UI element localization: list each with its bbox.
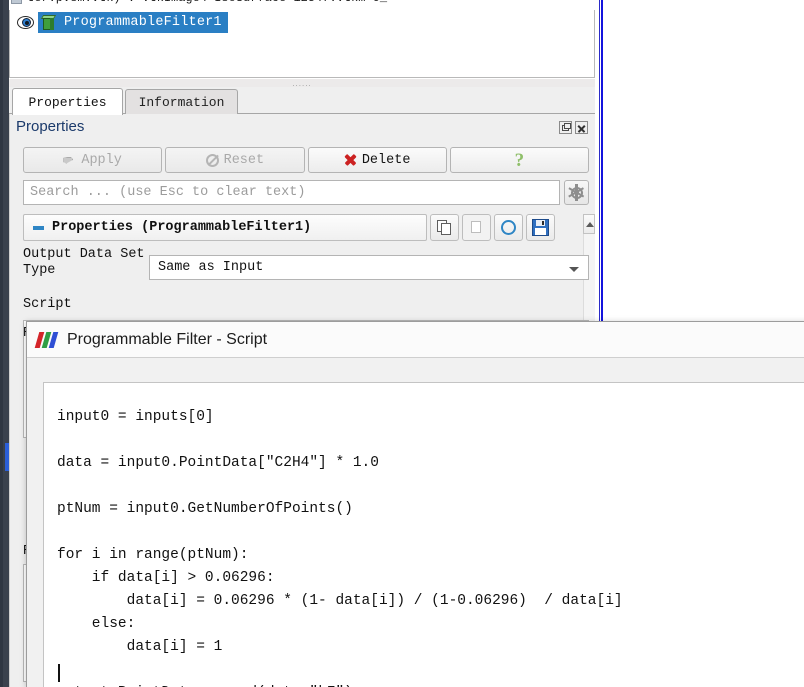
panel-splitter-handle[interactable]: ......	[9, 79, 595, 88]
properties-group-header[interactable]: Properties (ProgrammableFilter1)	[23, 214, 427, 241]
script-code-editor[interactable]: input0 = inputs[0] data = input0.PointDa…	[43, 382, 804, 687]
panel-window-buttons	[559, 121, 588, 134]
delete-icon	[344, 154, 357, 167]
copy-icon	[437, 219, 452, 236]
panel-tab-bar: Properties Information	[9, 87, 595, 115]
properties-panel-title: Properties	[16, 118, 85, 135]
paraview-window: ProgrammableFilter1 ter.pvsm.vtk) : VtkI…	[0, 0, 804, 687]
reset-button[interactable]: Reset	[165, 147, 305, 173]
save-icon	[532, 219, 549, 236]
dialog-title-label: Programmable Filter - Script	[67, 330, 268, 348]
properties-scrollbar-up-button[interactable]	[583, 214, 595, 234]
pipeline-item-programmablefilter1[interactable]: ProgrammableFilter1	[16, 12, 228, 33]
save-as-defaults-button[interactable]	[526, 214, 555, 241]
copy-properties-button[interactable]	[430, 214, 459, 241]
restore-defaults-button[interactable]	[494, 214, 523, 241]
search-input[interactable]: Search ... (use Esc to clear text)	[23, 180, 560, 205]
output-data-set-type-value: Same as Input	[158, 260, 264, 275]
delete-button[interactable]: Delete	[307, 147, 447, 173]
question-mark-icon: ?	[514, 149, 525, 171]
float-panel-button[interactable]	[559, 121, 572, 134]
apply-button[interactable]: Apply	[23, 147, 163, 173]
pipeline-truncated-item[interactable]: ter.pvsm.vtk) : VtkImage4-IsoSurface-125…	[9, 0, 595, 10]
tab-information-label: Information	[138, 94, 225, 110]
paste-icon	[469, 220, 484, 236]
reset-button-label: Reset	[223, 152, 265, 168]
dialog-title-divider	[27, 357, 804, 358]
programmable-filter-script-dialog: Programmable Filter - Script input0 = in…	[26, 321, 804, 687]
properties-search-row: Search ... (use Esc to clear text)	[23, 180, 589, 205]
close-panel-button[interactable]	[575, 121, 588, 134]
tab-properties[interactable]: Properties	[12, 88, 123, 115]
splitter-dots: ......	[292, 79, 312, 88]
output-data-set-type-label: Output Data Set Type	[23, 247, 145, 278]
refresh-icon	[500, 219, 517, 236]
paraview-logo-icon	[34, 331, 59, 348]
reset-icon	[205, 153, 219, 167]
green-cube-icon	[40, 14, 57, 31]
left-dock-strip	[0, 0, 9, 687]
text-cursor	[58, 664, 60, 682]
pipeline-item-label: ProgrammableFilter1	[64, 15, 222, 30]
chevron-down-icon	[569, 267, 579, 272]
properties-group-row: Properties (ProgrammableFilter1)	[23, 214, 589, 241]
eye-icon[interactable]	[16, 15, 35, 30]
reader-icon	[11, 0, 22, 4]
paste-properties-button[interactable]	[462, 214, 491, 241]
delete-button-label: Delete	[361, 152, 411, 168]
dialog-body: input0 = inputs[0] data = input0.PointDa…	[27, 357, 804, 687]
dialog-title-bar[interactable]: Programmable Filter - Script	[27, 322, 804, 357]
gear-icon	[568, 184, 585, 201]
script-code-text: input0 = inputs[0] data = input0.PointDa…	[57, 408, 623, 687]
tab-properties-label: Properties	[28, 94, 107, 110]
apply-button-label: Apply	[81, 152, 122, 168]
dock-strip-shadow	[0, 0, 3, 687]
search-settings-button[interactable]	[564, 180, 589, 205]
properties-group-header-label: Properties (ProgrammableFilter1)	[52, 220, 312, 235]
output-data-set-type-combobox[interactable]: Same as Input	[149, 255, 589, 280]
apply-icon	[63, 154, 76, 167]
pipeline-item-chip[interactable]: ProgrammableFilter1	[38, 12, 228, 33]
script-label: Script	[23, 297, 72, 312]
tab-information[interactable]: Information	[125, 89, 238, 114]
properties-toolbar: Apply Reset Delete ?	[23, 147, 589, 173]
search-placeholder: Search ... (use Esc to clear text)	[30, 185, 306, 200]
pipeline-browser[interactable]: ProgrammableFilter1	[9, 0, 595, 78]
pipeline-truncated-item-label: ter.pvsm.vtk) : VtkImage4-IsoSurface-125…	[27, 0, 387, 5]
collapse-minus-icon[interactable]	[33, 225, 44, 230]
help-button[interactable]: ?	[449, 147, 589, 173]
